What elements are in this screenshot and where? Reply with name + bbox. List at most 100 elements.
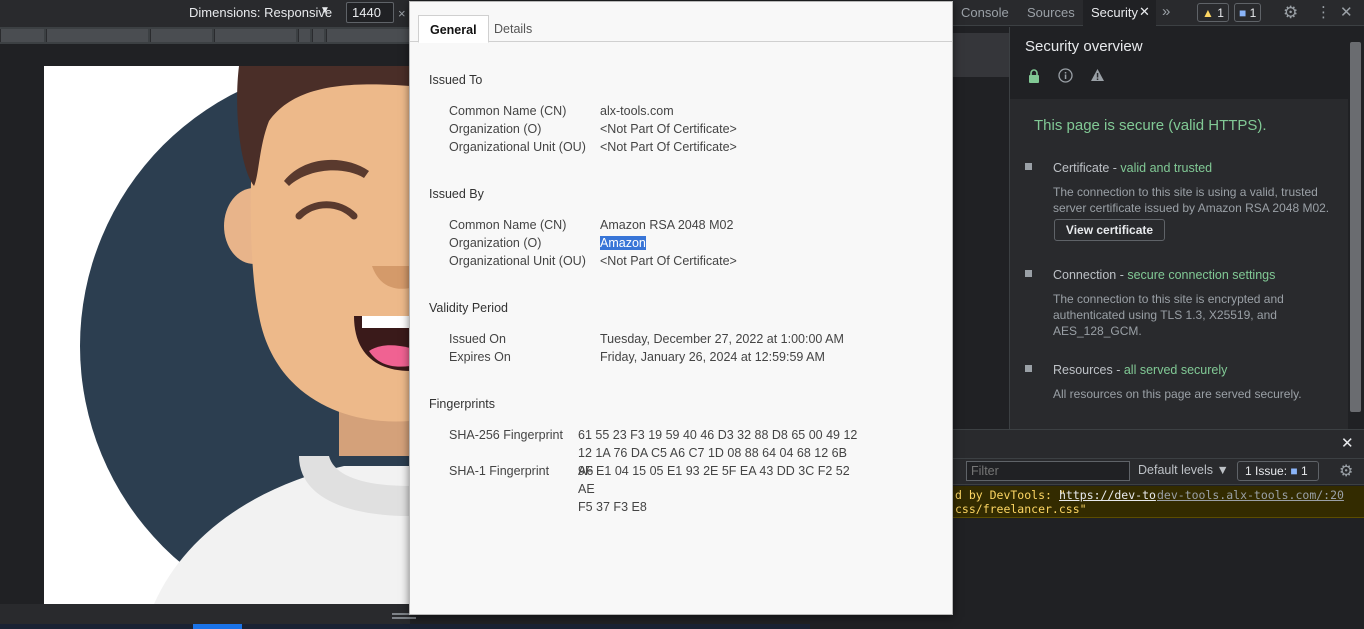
console-output — [953, 518, 1364, 629]
bullet-icon — [1025, 365, 1032, 372]
issues-button[interactable]: 1 Issue: ■ 1 — [1237, 461, 1319, 481]
dimensions-dropdown[interactable]: Dimensions: Responsive — [189, 5, 332, 20]
status-strip-highlight — [193, 624, 242, 629]
issued-on-value: Tuesday, December 27, 2022 at 1:00:00 AM — [600, 332, 844, 346]
issued-by-ou-value: <Not Part Of Certificate> — [600, 254, 737, 268]
message-icon: ■ — [1239, 6, 1247, 20]
security-sidebar — [953, 27, 1009, 429]
bullet-icon — [1025, 270, 1032, 277]
tab-general[interactable]: General — [418, 15, 489, 43]
issued-by-ou-label: Organizational Unit (OU) — [449, 254, 586, 268]
device-bottom-bar — [0, 604, 410, 624]
certificate-label: Certificate - — [1053, 161, 1121, 175]
resources-description: All resources on this page are served se… — [1053, 387, 1302, 401]
messages-badge[interactable]: ■ 1 — [1234, 3, 1262, 22]
warnings-count: 1 — [1217, 6, 1224, 20]
ruler-segment[interactable] — [298, 29, 310, 42]
connection-label: Connection - — [1053, 268, 1128, 282]
issued-to-o-value: <Not Part Of Certificate> — [600, 122, 737, 136]
ruler-segment[interactable] — [214, 29, 296, 42]
certificate-tabs: General Details — [410, 2, 952, 43]
issued-by-heading: Issued By — [429, 187, 484, 201]
caret-down-icon[interactable]: ▼ — [320, 5, 330, 16]
sha1-value: 9F E1 04 15 05 E1 93 2E 5F EA 43 DD 3C F… — [578, 462, 858, 516]
messages-count: 1 — [1249, 6, 1257, 20]
expires-on-value: Friday, January 26, 2024 at 12:59:59 AM — [600, 350, 825, 364]
issued-to-cn-value: alx-tools.com — [600, 104, 674, 118]
scrollbar-thumb[interactable] — [1350, 42, 1361, 412]
issued-to-ou-label: Organizational Unit (OU) — [449, 140, 586, 154]
close-tab-icon[interactable]: ✕ — [1139, 4, 1150, 20]
certificate-description: The connection to this site is using a v… — [1053, 185, 1330, 215]
issued-by-cn-label: Common Name (CN) — [449, 218, 567, 232]
warning-icon: ▲ — [1202, 6, 1214, 20]
warning-triangle-icon[interactable] — [1090, 68, 1105, 87]
drawer-tabbar — [953, 429, 1364, 458]
ruler-segment[interactable] — [150, 29, 212, 42]
connection-description: The connection to this site is encrypted… — [1053, 292, 1284, 338]
ruler-segment[interactable] — [312, 29, 324, 42]
sha1-line2: F5 37 F3 E8 — [578, 500, 647, 514]
security-sidebar-item[interactable] — [953, 33, 1009, 77]
issued-to-ou-value: <Not Part Of Certificate> — [600, 140, 737, 154]
devtools-tabbar — [953, 0, 1364, 26]
sha256-line1: 61 55 23 F3 19 59 40 46 D3 32 88 D8 65 0… — [578, 428, 858, 442]
close-devtools-icon[interactable]: ✕ — [1340, 3, 1353, 21]
close-drawer-icon[interactable]: ✕ — [1341, 434, 1354, 452]
console-message-line2: css/freelancer.css" — [955, 502, 1087, 516]
ruler-segment[interactable] — [0, 29, 44, 42]
resources-status: all served securely — [1123, 363, 1228, 377]
page-preview — [44, 66, 410, 604]
connection-status: secure connection settings — [1127, 268, 1276, 282]
issued-on-label: Issued On — [449, 332, 506, 346]
more-tabs-icon[interactable]: » — [1162, 3, 1170, 20]
issued-to-o-label: Organization (O) — [449, 122, 542, 136]
tab-sources[interactable]: Sources — [1027, 5, 1075, 20]
media-query-ruler[interactable] — [0, 27, 410, 44]
log-levels-dropdown[interactable]: Default levels ▼ — [1138, 463, 1229, 477]
sha256-label: SHA-256 Fingerprint — [449, 428, 563, 442]
issues-label: 1 Issue: — [1245, 464, 1288, 478]
sha1-line1: 9F E1 04 15 05 E1 93 2E 5F EA 43 DD 3C F… — [578, 464, 850, 496]
width-input[interactable] — [346, 2, 394, 23]
sha1-label: SHA-1 Fingerprint — [449, 464, 550, 478]
gear-icon[interactable]: ⚙ — [1283, 3, 1298, 23]
console-message-link[interactable]: https://dev-to — [1059, 488, 1156, 502]
issued-to-cn-label: Common Name (CN) — [449, 104, 567, 118]
filter-input[interactable] — [966, 461, 1130, 481]
lock-icon[interactable] — [1028, 69, 1040, 88]
issued-by-o-value-selected[interactable]: Amazon — [600, 236, 646, 250]
console-settings-gear-icon[interactable]: ⚙ — [1339, 461, 1353, 481]
console-message-prefix: d by DevTools: " — [955, 488, 1066, 502]
info-icon[interactable] — [1058, 68, 1073, 88]
secure-status-message: This page is secure (valid HTTPS). — [1034, 117, 1267, 134]
avatar-illustration — [80, 66, 410, 604]
ruler-segment[interactable] — [46, 29, 148, 42]
tab-console[interactable]: Console — [961, 5, 1009, 20]
tab-security-label[interactable]: Security — [1091, 5, 1138, 20]
console-message-source[interactable]: dev-tools.alx-tools.com/:20 — [1157, 488, 1344, 502]
certificate-status: valid and trusted — [1120, 161, 1213, 175]
resources-label: Resources - — [1053, 363, 1124, 377]
connection-heading: Connection - secure connection settings — [1053, 268, 1275, 282]
view-certificate-button[interactable]: View certificate — [1054, 219, 1165, 241]
issues-count: 1 — [1300, 464, 1308, 478]
expires-on-label: Expires On — [449, 350, 511, 364]
issued-by-o-label: Organization (O) — [449, 236, 542, 250]
validity-heading: Validity Period — [429, 301, 508, 315]
warnings-badge[interactable]: ▲ 1 — [1197, 3, 1229, 22]
message-icon: ■ — [1290, 464, 1298, 478]
certificate-heading: Certificate - valid and trusted — [1053, 161, 1212, 175]
bullet-icon — [1025, 163, 1032, 170]
tab-details[interactable]: Details — [483, 15, 543, 42]
issued-by-cn-value: Amazon RSA 2048 M02 — [600, 218, 734, 232]
security-overview-title: Security overview — [1025, 38, 1143, 55]
fingerprints-heading: Fingerprints — [429, 397, 495, 411]
issued-to-heading: Issued To — [429, 73, 483, 87]
resources-heading: Resources - all served securely — [1053, 363, 1227, 377]
certificate-viewer-dialog: General Details Issued To Common Name (C… — [409, 1, 953, 615]
status-strip — [0, 624, 810, 629]
kebab-menu-icon[interactable]: ⋮ — [1316, 3, 1331, 21]
ruler-segment[interactable] — [326, 29, 410, 42]
dimension-separator: × — [398, 6, 406, 21]
